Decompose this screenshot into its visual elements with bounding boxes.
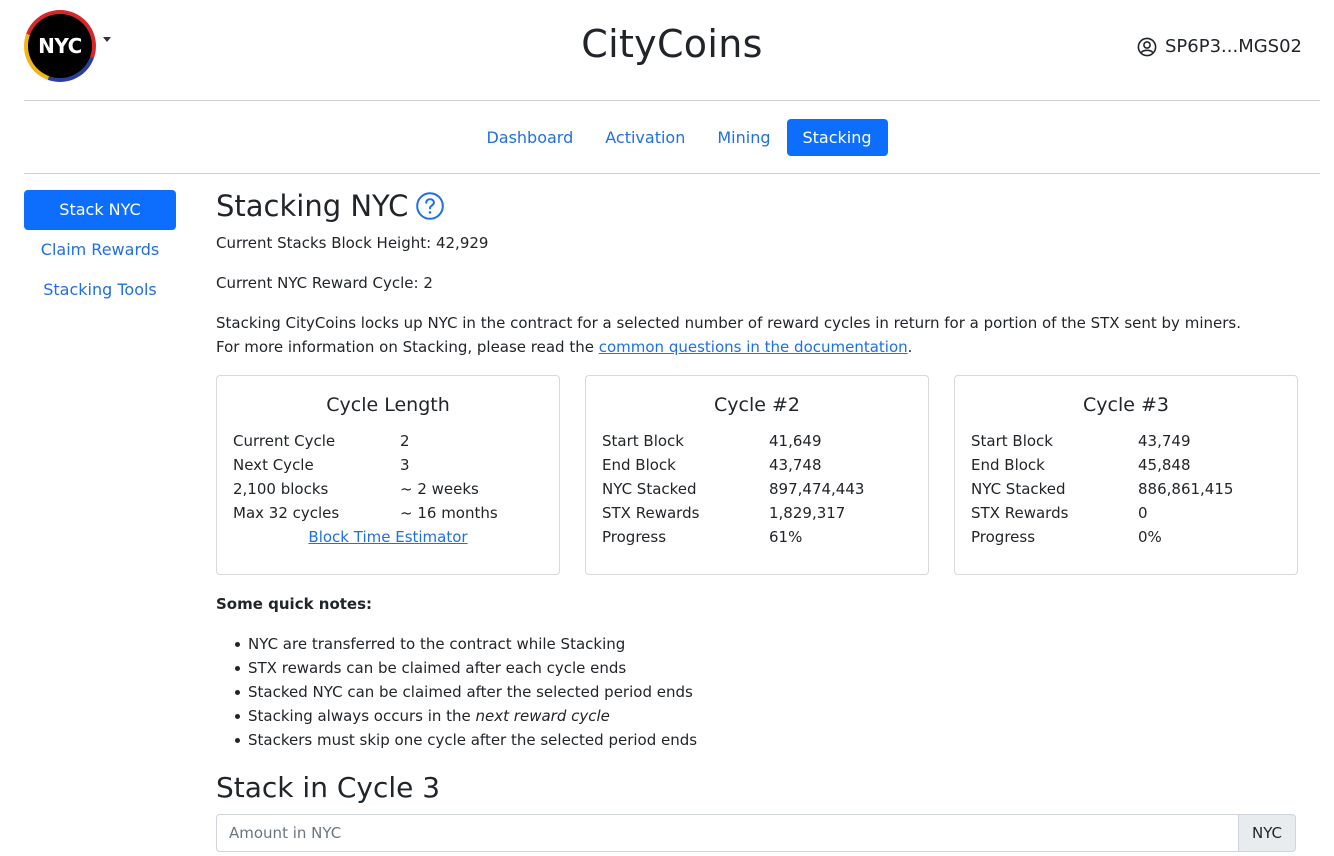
stack-form-title: Stack in Cycle 3 [216,771,441,804]
row-label: Start Block [602,432,684,450]
row-value: ~ 16 months [400,504,498,522]
sidebar-item-stacking-tools[interactable]: Stacking Tools [24,270,176,310]
row-value: 2 [400,432,410,450]
row-label: Progress [971,528,1036,546]
amount-input[interactable] [216,814,1238,852]
card-row: NYC Stacked 886,861,415 [971,477,1281,501]
card-row: End Block 45,848 [971,453,1281,477]
row-label: Current Cycle [233,432,336,450]
row-value: 897,474,443 [769,480,865,498]
card-row: Progress 0% [971,525,1281,549]
row-value: 0% [1138,528,1162,546]
row-label: End Block [602,456,676,474]
row-value: 61% [769,528,803,546]
cycle-cards: Cycle Length Current Cycle 2 Next Cycle 3 … [216,375,1298,575]
page-title: Stacking NYC [216,189,409,223]
sidebar-item-claim-rewards[interactable]: Claim Rewards [24,230,176,270]
app-title: CityCoins [581,22,763,66]
main-content: Stacking NYC Current Stacks Block Height… [216,188,1298,852]
list-item: Stacking always occurs in the next rewar… [232,704,1298,728]
row-label: Start Block [971,432,1053,450]
account-address: SP6P3...MGS02 [1164,36,1302,57]
more-info-prefix: For more information on Stacking, please… [216,338,599,356]
sidebar-item-stack-nyc[interactable]: Stack NYC [24,190,176,230]
card-row: STX Rewards 1,829,317 [602,501,912,525]
notes-list: NYC are transferred to the contract whil… [216,632,1298,752]
list-item: STX rewards can be claimed after each cy… [232,656,1298,680]
row-label: End Block [971,456,1045,474]
notes-title: Some quick notes: [216,595,373,613]
documentation-link[interactable]: common questions in the documentation [599,338,908,356]
card-row: 2,100 blocks ~ 2 weeks [233,477,543,501]
amount-input-group: NYC [216,814,1296,852]
row-value: 45,848 [1138,456,1191,474]
block-time-estimator-link[interactable]: Block Time Estimator [308,528,467,546]
more-info-suffix: . [907,338,913,356]
row-label: Max 32 cycles [233,504,340,522]
row-value: 0 [1138,504,1148,522]
card-title: Cycle Length [326,394,450,416]
main-nav: Dashboard Activation Mining Stacking [24,101,1320,174]
list-item: Stackers must skip one cycle after the s… [232,728,1298,752]
row-value: 1,829,317 [769,504,846,522]
cycle-3-card: Cycle #3 Start Block 43,749 End Block 45,8… [954,375,1298,575]
reward-cycle-text: Current NYC Reward Cycle: 2 [216,274,433,292]
card-row: End Block 43,748 [602,453,912,477]
row-label: STX Rewards [602,504,700,522]
note-text: Stacking always occurs in the [248,707,476,725]
row-label: 2,100 blocks [233,480,329,498]
user-circle-icon [1137,37,1157,56]
card-row: Progress 61% [602,525,912,549]
account-button[interactable]: SP6P3...MGS02 [1137,36,1302,57]
tab-mining[interactable]: Mining [701,119,786,156]
card-row: Current Cycle 2 [233,429,543,453]
row-label: STX Rewards [971,504,1069,522]
unit-label: NYC [1238,814,1296,852]
row-value: ~ 2 weeks [400,480,479,498]
card-row: Max 32 cycles ~ 16 months [233,501,543,525]
cycle-2-card: Cycle #2 Start Block 41,649 End Block 43,7… [585,375,929,575]
row-label: NYC Stacked [602,480,697,498]
description-line: Stacking CityCoins locks up NYC in the c… [216,314,1241,332]
block-height-text: Current Stacks Block Height: 42,929 [216,234,489,252]
card-row: Start Block 43,749 [971,429,1281,453]
row-value: 886,861,415 [1138,480,1234,498]
tab-activation[interactable]: Activation [589,119,701,156]
more-info-line: For more information on Stacking, please… [216,335,1298,359]
row-value: 3 [400,456,410,474]
tab-stacking[interactable]: Stacking [786,118,888,156]
card-row: NYC Stacked 897,474,443 [602,477,912,501]
row-label: NYC Stacked [971,480,1066,498]
question-circle-icon[interactable] [416,192,445,220]
card-row: Next Cycle 3 [233,453,543,477]
list-item: Stacked NYC can be claimed after the sel… [232,680,1298,704]
page-title-row: Stacking NYC [216,188,1298,224]
sidebar: Stack NYC Claim Rewards Stacking Tools [24,190,176,310]
row-value: 43,748 [769,456,822,474]
card-title: Cycle #2 [714,394,800,416]
card-row: STX Rewards 0 [971,501,1281,525]
card-row: Start Block 41,649 [602,429,912,453]
note-emphasis: next reward cycle [475,707,610,725]
cycle-length-card: Cycle Length Current Cycle 2 Next Cycle 3 … [216,375,560,575]
tab-dashboard[interactable]: Dashboard [470,119,589,156]
row-value: 41,649 [769,432,822,450]
header: NYC CityCoins SP6P3...MGS02 [24,0,1320,101]
row-value: 43,749 [1138,432,1191,450]
row-label: Progress [602,528,667,546]
card-title: Cycle #3 [1083,394,1169,416]
stacking-description: Stacking CityCoins locks up NYC in the c… [216,311,1298,359]
list-item: NYC are transferred to the contract whil… [232,632,1298,656]
row-label: Next Cycle [233,456,314,474]
